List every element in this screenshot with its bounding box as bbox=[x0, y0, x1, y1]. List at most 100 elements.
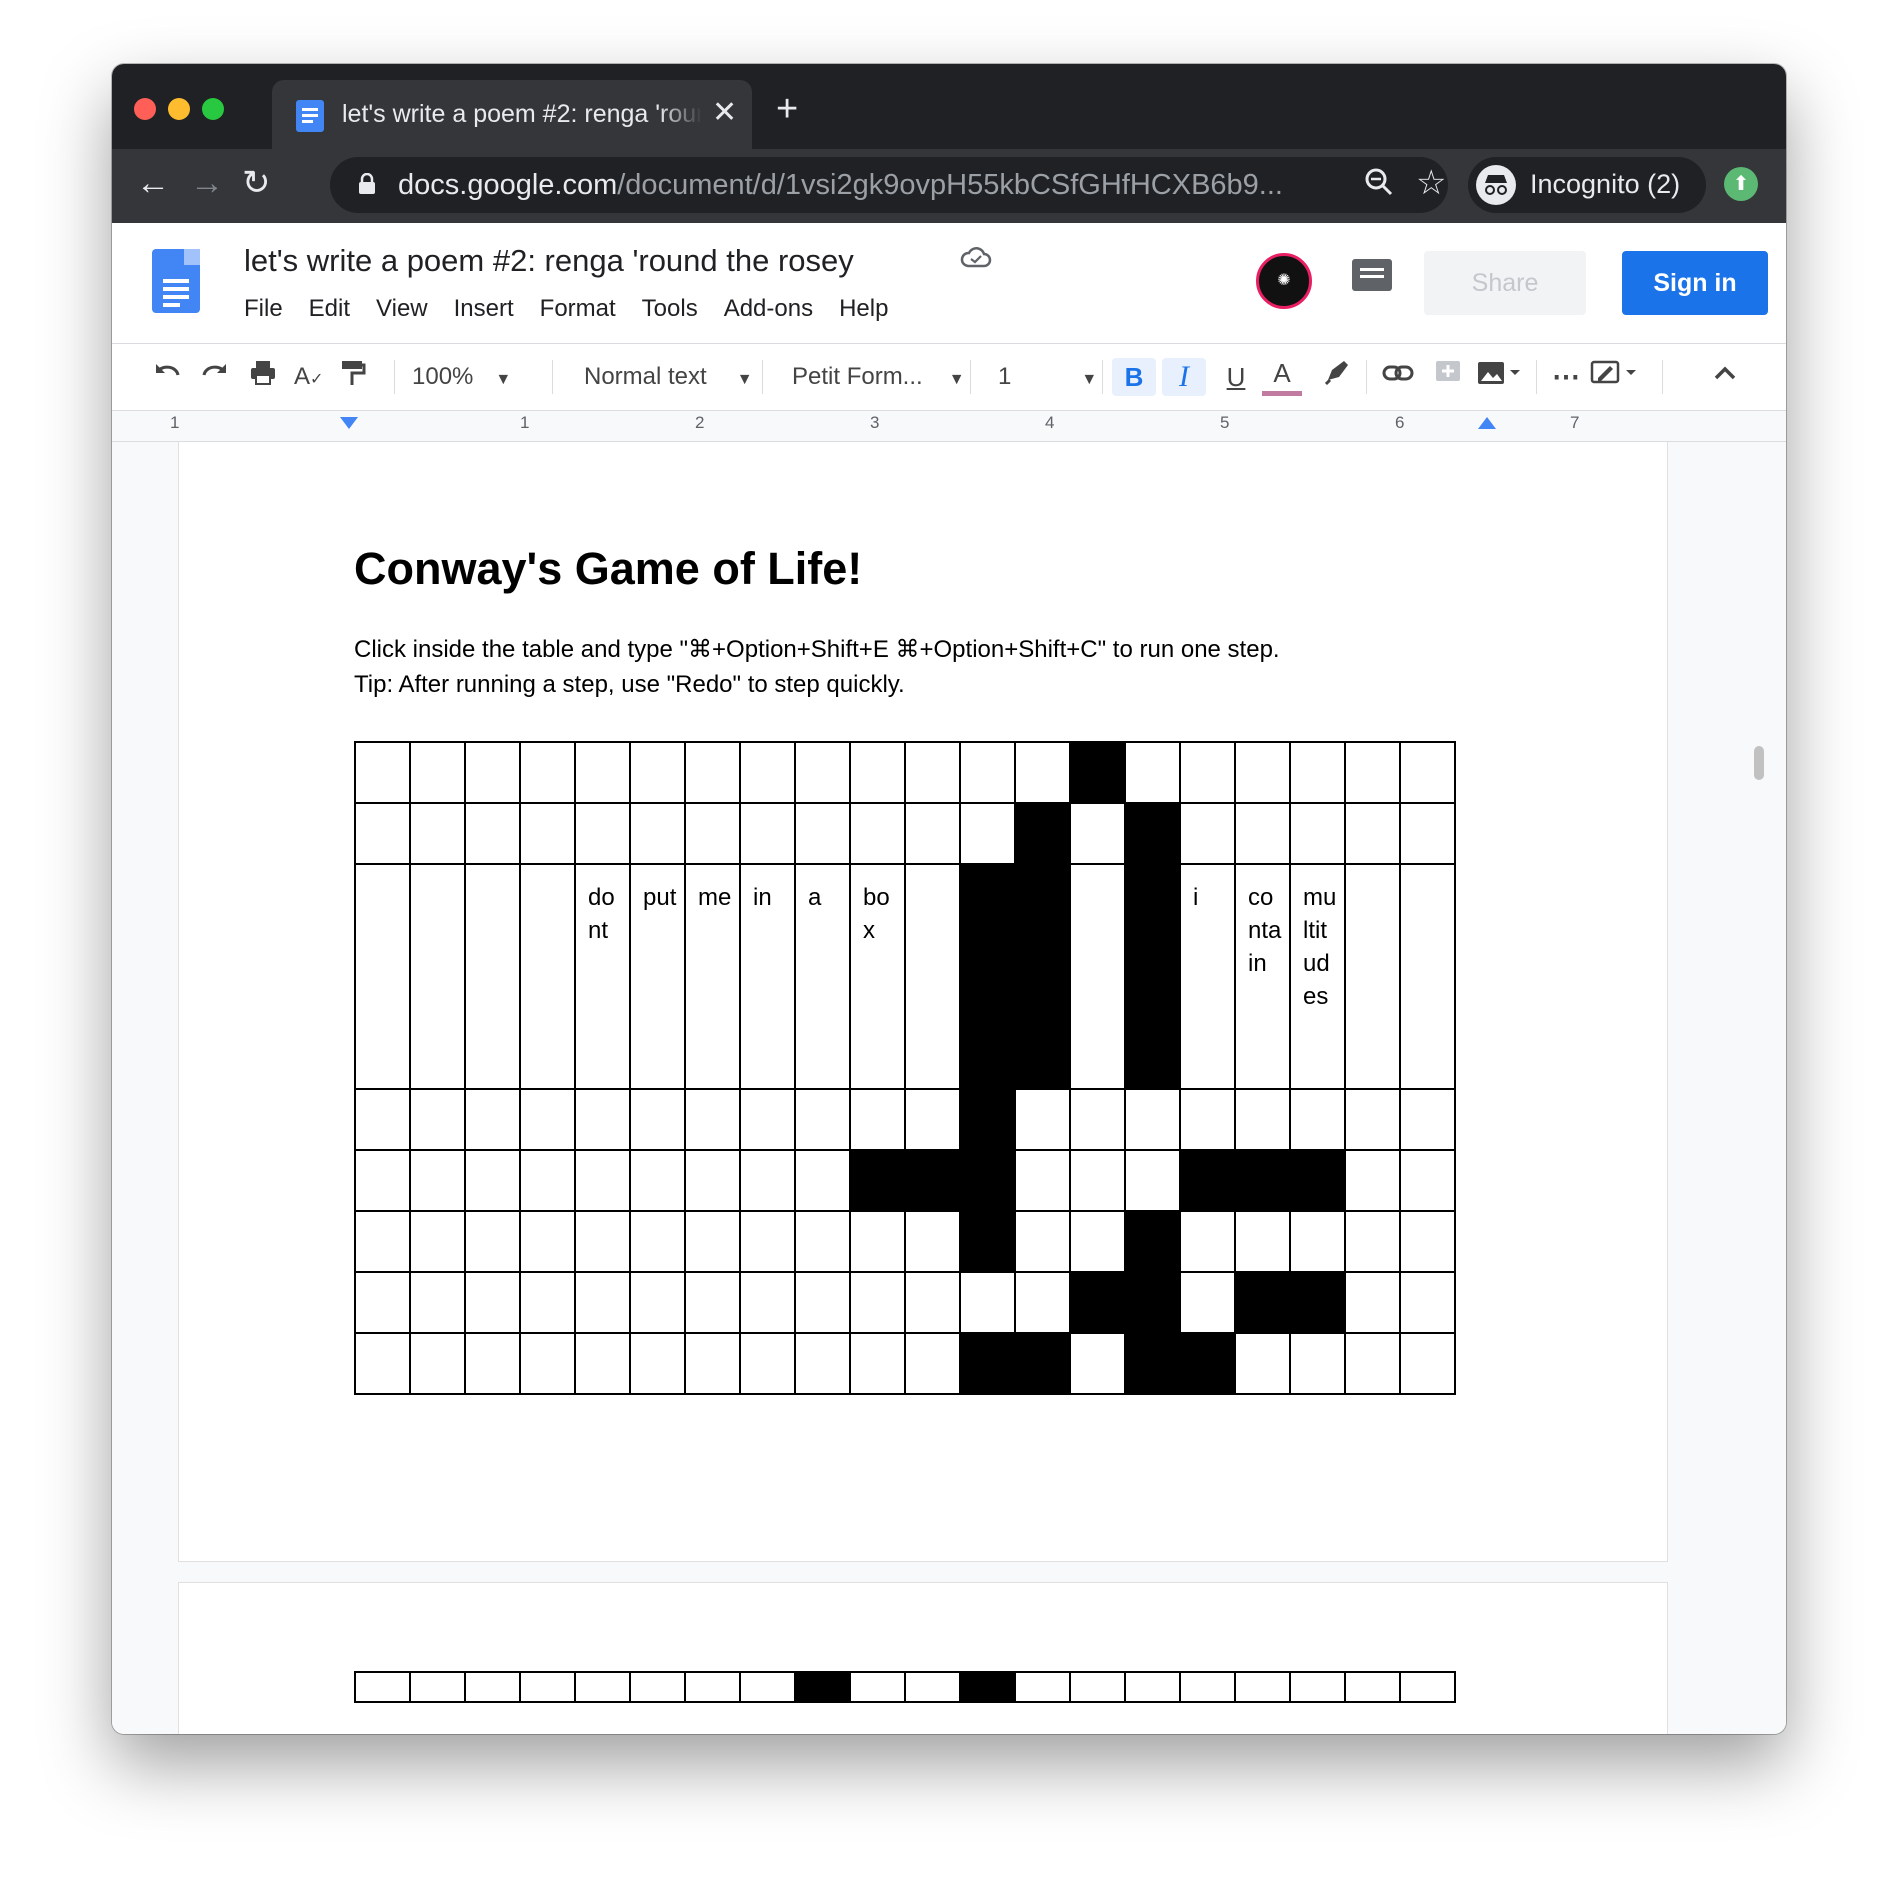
collapse-menus-icon[interactable] bbox=[1710, 358, 1740, 396]
grid-cell-dead[interactable] bbox=[739, 1210, 796, 1273]
menu-format[interactable]: Format bbox=[540, 295, 616, 322]
grid-cell-dead[interactable] bbox=[1069, 1332, 1126, 1395]
paint-format-icon[interactable] bbox=[338, 358, 366, 396]
grid-cell-alive[interactable] bbox=[1014, 863, 1071, 1090]
grid-cell-dead[interactable] bbox=[574, 802, 631, 865]
grid-cell-dead[interactable] bbox=[1124, 1671, 1181, 1703]
grid-cell-dead[interactable] bbox=[629, 1332, 686, 1395]
grid-cell-dead[interactable] bbox=[904, 802, 961, 865]
grid-cell-dead[interactable] bbox=[904, 741, 961, 804]
grid-cell-dead[interactable] bbox=[629, 1271, 686, 1334]
grid-cell-dead[interactable] bbox=[354, 863, 411, 1090]
maximize-window-button[interactable] bbox=[202, 98, 224, 120]
grid-cell-dead[interactable] bbox=[1399, 802, 1456, 865]
grid-cell-dead[interactable] bbox=[519, 863, 576, 1090]
grid-cell-dead[interactable] bbox=[794, 1210, 851, 1273]
grid-cell-dead[interactable] bbox=[1014, 1271, 1071, 1334]
grid-cell-dead[interactable] bbox=[1069, 1210, 1126, 1273]
grid-cell-dead[interactable] bbox=[519, 802, 576, 865]
grid-cell-dead[interactable] bbox=[1179, 741, 1236, 804]
grid-cell-dead[interactable] bbox=[1289, 1210, 1346, 1273]
grid-cell-alive[interactable] bbox=[959, 863, 1016, 1090]
grid-cell-dead[interactable] bbox=[519, 1149, 576, 1212]
document-title[interactable]: let's write a poem #2: renga 'round the … bbox=[244, 243, 854, 279]
grid-cell-alive[interactable] bbox=[1234, 1271, 1291, 1334]
grid-cell-dead[interactable] bbox=[1014, 741, 1071, 804]
grid-cell-dead[interactable]: dont bbox=[574, 863, 631, 1090]
tab-close-icon[interactable]: ✕ bbox=[712, 95, 737, 130]
grid-cell-dead[interactable] bbox=[1014, 1210, 1071, 1273]
grid-cell-dead[interactable] bbox=[1234, 1210, 1291, 1273]
grid-cell-dead[interactable] bbox=[354, 1149, 411, 1212]
bold-button[interactable]: B bbox=[1112, 358, 1156, 396]
grid-cell-dead[interactable] bbox=[849, 1210, 906, 1273]
grid-cell-dead[interactable] bbox=[1289, 1671, 1346, 1703]
grid-cell-dead[interactable] bbox=[739, 1271, 796, 1334]
grid-cell-dead[interactable] bbox=[519, 741, 576, 804]
grid-cell-dead[interactable] bbox=[1344, 863, 1401, 1090]
grid-cell-alive[interactable] bbox=[959, 1332, 1016, 1395]
grid-cell-dead[interactable] bbox=[1289, 741, 1346, 804]
grid-cell-alive[interactable] bbox=[1124, 1210, 1181, 1273]
more-options-icon[interactable]: ⋯ bbox=[1552, 358, 1580, 396]
grid-cell-dead[interactable] bbox=[794, 1088, 851, 1151]
grid-cell-dead[interactable] bbox=[629, 802, 686, 865]
grid-cell-dead[interactable] bbox=[1399, 1149, 1456, 1212]
grid-cell-dead[interactable] bbox=[904, 1671, 961, 1703]
grid-cell-dead[interactable] bbox=[1234, 741, 1291, 804]
grid-cell-dead[interactable] bbox=[1179, 1271, 1236, 1334]
grid-cell-dead[interactable] bbox=[1179, 1671, 1236, 1703]
grid-cell-dead[interactable] bbox=[409, 863, 466, 1090]
grid-cell-dead[interactable] bbox=[1399, 1332, 1456, 1395]
grid-cell-dead[interactable] bbox=[409, 1210, 466, 1273]
grid-cell-dead[interactable] bbox=[684, 802, 741, 865]
insert-image-icon[interactable] bbox=[1476, 358, 1524, 396]
new-tab-button[interactable]: + bbox=[776, 90, 798, 128]
edit-mode-icon[interactable] bbox=[1590, 358, 1642, 396]
grid-cell-dead[interactable] bbox=[464, 1332, 521, 1395]
grid-cell-dead[interactable] bbox=[464, 863, 521, 1090]
grid-cell-dead[interactable] bbox=[1344, 741, 1401, 804]
grid-cell-dead[interactable] bbox=[354, 741, 411, 804]
grid-cell-dead[interactable] bbox=[1179, 802, 1236, 865]
grid-cell-dead[interactable] bbox=[574, 741, 631, 804]
left-indent-marker[interactable] bbox=[340, 417, 358, 429]
grid-cell-dead[interactable] bbox=[464, 741, 521, 804]
grid-cell-dead[interactable] bbox=[629, 1671, 686, 1703]
grid-cell-dead[interactable] bbox=[464, 1671, 521, 1703]
grid-cell-dead[interactable] bbox=[1344, 802, 1401, 865]
grid-cell-dead[interactable]: put bbox=[629, 863, 686, 1090]
grid-cell-dead[interactable] bbox=[904, 1332, 961, 1395]
insert-link-icon[interactable] bbox=[1382, 358, 1414, 396]
font-size-select[interactable]: 1 ▼ bbox=[998, 358, 1097, 396]
grid-cell-dead[interactable] bbox=[904, 863, 961, 1090]
add-comment-icon[interactable] bbox=[1434, 358, 1462, 396]
menu-edit[interactable]: Edit bbox=[309, 295, 350, 322]
docs-logo-icon[interactable] bbox=[152, 249, 200, 313]
grid-cell-dead[interactable] bbox=[684, 1149, 741, 1212]
zoom-select[interactable]: 100% ▼ bbox=[412, 358, 511, 396]
grid-cell-alive[interactable] bbox=[959, 1149, 1016, 1212]
grid-cell-dead[interactable] bbox=[904, 1088, 961, 1151]
grid-cell-dead[interactable] bbox=[1399, 1271, 1456, 1334]
grid-cell-dead[interactable]: contain bbox=[1234, 863, 1291, 1090]
grid-cell-alive[interactable] bbox=[1124, 863, 1181, 1090]
grid-cell-dead[interactable] bbox=[1234, 1088, 1291, 1151]
reload-button[interactable]: ↻ bbox=[242, 163, 271, 203]
grid-cell-dead[interactable] bbox=[519, 1671, 576, 1703]
grid-cell-dead[interactable] bbox=[684, 1088, 741, 1151]
grid-cell-dead[interactable] bbox=[1069, 802, 1126, 865]
paragraph-style-select[interactable]: Normal text ▼ bbox=[584, 358, 753, 396]
grid-cell-dead[interactable] bbox=[409, 1271, 466, 1334]
grid-cell-dead[interactable] bbox=[629, 1149, 686, 1212]
grid-cell-dead[interactable] bbox=[354, 1332, 411, 1395]
grid-cell-dead[interactable] bbox=[739, 802, 796, 865]
browser-tab[interactable]: let's write a poem #2: renga 'round the … bbox=[272, 80, 752, 150]
menu-tools[interactable]: Tools bbox=[642, 295, 698, 322]
vertical-scrollbar[interactable] bbox=[1754, 746, 1764, 780]
grid-cell-dead[interactable] bbox=[904, 1210, 961, 1273]
grid-cell-dead[interactable] bbox=[684, 1332, 741, 1395]
underline-button[interactable]: U bbox=[1218, 358, 1254, 396]
bookmark-star-icon[interactable]: ☆ bbox=[1416, 163, 1446, 203]
grid-cell-dead[interactable] bbox=[794, 802, 851, 865]
